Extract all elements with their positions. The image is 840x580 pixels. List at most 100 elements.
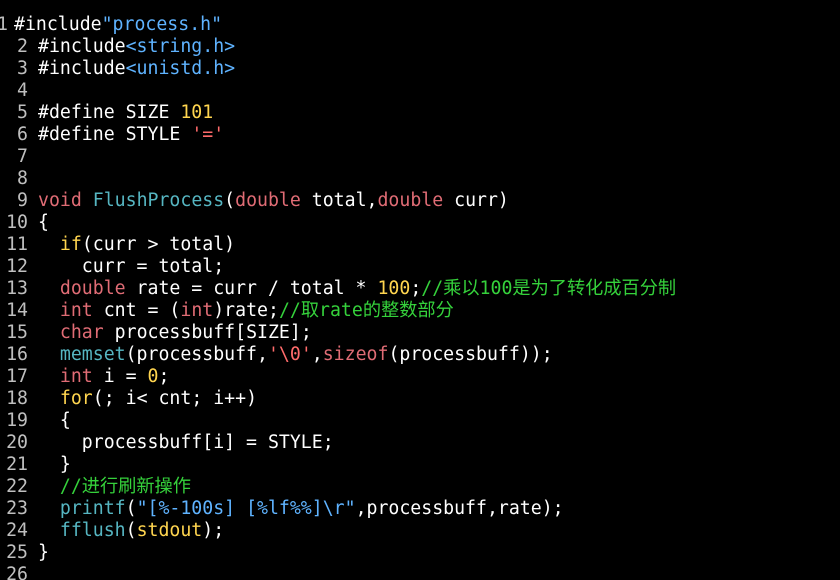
code-line[interactable]: 9 void FlushProcess(double total,double c… — [0, 190, 676, 212]
code-token-builtin: fflush — [59, 520, 126, 541]
line-text: #include"process.h" — [14, 14, 222, 36]
code-token-plain: total, — [300, 190, 378, 211]
code-token-builtin: memset — [59, 344, 126, 365]
code-line[interactable]: 15 char processbuff[SIZE]; — [0, 322, 676, 344]
code-token-plain: { — [38, 212, 49, 233]
code-line[interactable]: 23 printf("[%-100s] [%lf%%]\r",processbu… — [0, 498, 676, 520]
code-token-stdio: if — [59, 234, 82, 255]
code-line[interactable]: 7 — [0, 146, 676, 168]
code-token-string: <string.h> — [125, 36, 236, 57]
code-line[interactable]: 17 int i = 0; — [0, 366, 676, 388]
code-line[interactable]: 3 #include<unistd.h> — [0, 58, 676, 80]
code-area[interactable]: 1 #include"process.h" 2 #include<string.h> 3… — [0, 14, 676, 580]
code-token-function: FlushProcess — [92, 190, 225, 211]
line-text: #define SIZE 101 — [38, 102, 213, 124]
line-number: 9 — [17, 190, 28, 211]
code-token-keyword: sizeof — [322, 344, 389, 365]
line-number: 25 — [6, 542, 28, 563]
code-token-plain: cnt = ( — [92, 300, 181, 321]
code-token-keyword: void — [38, 190, 82, 211]
line-text: #define STYLE '=' — [38, 124, 224, 146]
code-line[interactable]: 12 curr = total; — [0, 256, 676, 278]
line-number: 8 — [17, 168, 28, 189]
code-token-plain: , — [311, 344, 323, 365]
code-line[interactable]: 25} — [0, 542, 676, 564]
code-token-stdio: for — [59, 388, 93, 409]
code-token-preproc: #include — [14, 14, 102, 35]
line-text: #include<string.h> — [38, 36, 235, 58]
code-token-comment: //乘以100是为了转化成百分制 — [421, 278, 677, 299]
line-number: 22 — [6, 476, 28, 497]
code-line[interactable]: 20 processbuff[i] = STYLE; — [0, 432, 676, 454]
line-number: 13 — [6, 278, 28, 299]
code-token-plain: ; — [410, 278, 422, 299]
code-line[interactable]: 1 #include"process.h" — [0, 14, 676, 36]
code-line[interactable]: 21 } — [0, 454, 676, 476]
code-line[interactable]: 2 #include<string.h> — [0, 36, 676, 58]
code-token-preproc: #define SIZE — [38, 102, 181, 123]
line-text: int i = 0; — [38, 366, 170, 388]
code-editor[interactable]: 1 #include"process.h" 2 #include<string.h> 3… — [0, 0, 840, 580]
code-token-type: double — [59, 278, 126, 299]
code-token-char: '=' — [191, 124, 225, 145]
code-line[interactable]: 19 { — [0, 410, 676, 432]
line-text: { — [38, 212, 49, 234]
code-token-char: '\0' — [267, 344, 312, 365]
code-token-plain: i = — [92, 366, 148, 387]
line-text: } — [38, 454, 71, 476]
code-line[interactable]: 5 #define SIZE 101 — [0, 102, 676, 124]
code-token-type: double — [377, 190, 444, 211]
line-text: if(curr > total) — [38, 234, 235, 256]
code-token-plain: ; — [158, 366, 170, 387]
code-token-comment: //取rate的整数部分 — [278, 300, 454, 321]
line-text: fflush(stdout); — [38, 520, 224, 542]
code-token-number: 0 — [147, 366, 159, 387]
code-token-type: int — [180, 300, 214, 321]
line-text: char processbuff[SIZE]; — [38, 322, 312, 344]
code-token-type: int — [59, 300, 93, 321]
code-token-comment: //进行刷新操作 — [59, 476, 191, 497]
code-token-string: <unistd.h> — [125, 58, 236, 79]
code-token-number: 101 — [180, 102, 214, 123]
code-line[interactable]: 10 { — [0, 212, 676, 234]
line-number: 1 — [0, 14, 8, 35]
line-number: 14 — [6, 300, 28, 321]
code-token-plain: ( — [125, 520, 137, 541]
line-text: curr = total; — [38, 256, 224, 278]
code-line[interactable]: 18 for(; i< cnt; i++) — [0, 388, 676, 410]
code-line[interactable]: 26 — [0, 564, 676, 580]
code-token-plain: ( — [125, 498, 137, 519]
line-number: 7 — [17, 146, 28, 167]
code-line[interactable]: 14 int cnt = (int)rate;//取rate的整数部分 — [0, 300, 676, 322]
line-text: { — [38, 410, 71, 432]
line-number: 19 — [6, 410, 28, 431]
code-line[interactable]: 22 //进行刷新操作 — [0, 476, 676, 498]
code-line[interactable]: 4 — [0, 80, 676, 102]
line-text: printf("[%-100s] [%lf%%]\r",processbuff,… — [38, 498, 564, 520]
line-number: 6 — [17, 124, 28, 145]
code-line[interactable]: 16 memset(processbuff,'\0',sizeof(proces… — [0, 344, 676, 366]
code-token-stdio: stdout — [136, 520, 203, 541]
code-token-number: 100 — [377, 278, 411, 299]
code-token-builtin: printf — [59, 498, 126, 519]
code-line[interactable]: 8 — [0, 168, 676, 190]
code-line[interactable]: 13 double rate = curr / total * 100;//乘以… — [0, 278, 676, 300]
code-token-plain: { — [38, 410, 71, 431]
line-number: 16 — [6, 344, 28, 365]
code-line[interactable]: 11 if(curr > total) — [0, 234, 676, 256]
code-line[interactable]: 6 #define STYLE '=' — [0, 124, 676, 146]
code-token-plain: rate = curr / total * — [125, 278, 378, 299]
line-number: 18 — [6, 388, 28, 409]
code-line[interactable]: 24 fflush(stdout); — [0, 520, 676, 542]
line-number: 2 — [17, 36, 28, 57]
code-token-plain: curr) — [443, 190, 509, 211]
code-token-plain: } — [38, 454, 71, 475]
